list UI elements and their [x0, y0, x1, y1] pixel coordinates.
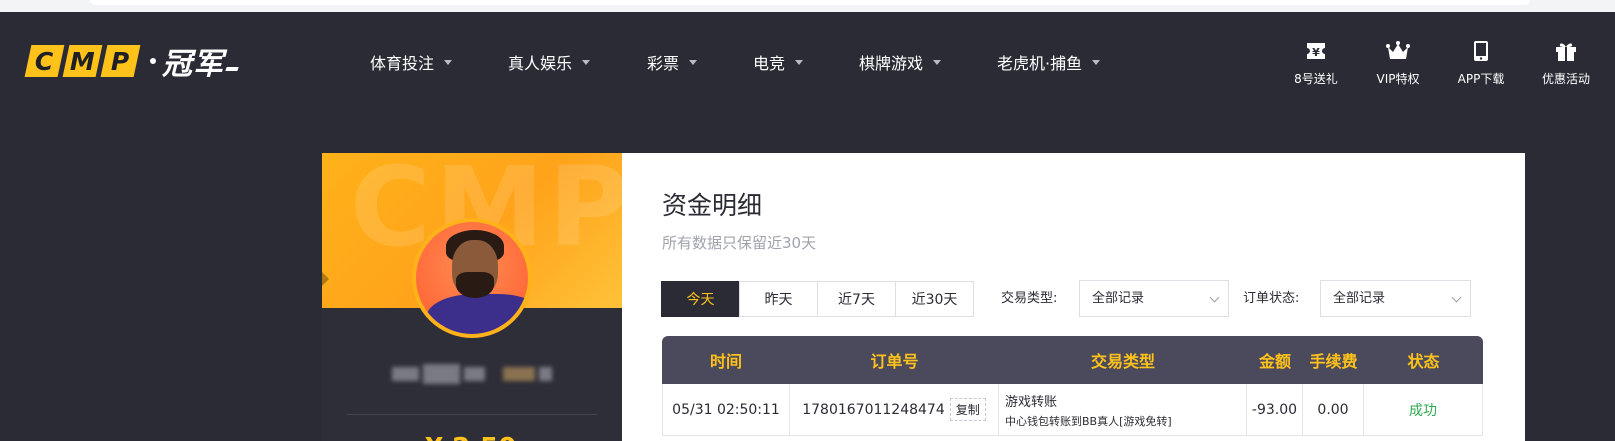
nav-item-live-casino[interactable]: 真人娱乐 [508, 50, 591, 74]
browser-top-strip [0, 0, 1615, 12]
page-subtitle: 所有数据只保留近30天 [662, 234, 817, 252]
chevron-down-icon [582, 59, 591, 65]
chevron-down-icon [1209, 292, 1220, 303]
user-profile-panel: CMP ¥ 2.50 [322, 153, 622, 441]
profile-divider [347, 414, 597, 415]
chevron-down-icon [689, 59, 698, 65]
nav-item-sports[interactable]: 体育投注 [370, 50, 453, 74]
gift-icon [1553, 38, 1579, 64]
order-status-select[interactable]: 全部记录 [1320, 280, 1471, 317]
page-title: 资金明细 [662, 191, 763, 220]
table-header: 时间 订单号 交易类型 金额 手续费 状态 [662, 336, 1483, 384]
column-header-time: 时间 [709, 352, 742, 371]
cell-order-no: 1780167011248474 复制 [790, 384, 999, 435]
tab-yesterday[interactable]: 昨天 [739, 281, 818, 317]
ticket-icon: ¥ [1303, 38, 1329, 64]
transaction-type-label: 交易类型: [1001, 291, 1058, 306]
copy-order-button[interactable]: 复制 [949, 398, 986, 421]
quick-link-daily-gift[interactable]: ¥ 8号送礼 [1276, 38, 1356, 87]
phone-icon [1468, 38, 1494, 64]
nav-item-card-games[interactable]: 棋牌游戏 [859, 50, 942, 74]
avatar[interactable] [412, 218, 532, 338]
column-header-order-no: 订单号 [870, 352, 919, 371]
tab-today[interactable]: 今天 [661, 281, 740, 317]
status-badge: 成功 [1409, 402, 1437, 419]
cell-transaction-type: 游戏转账 中心钱包转账到BB真人[游戏免转] [999, 384, 1247, 435]
chevron-down-icon [444, 59, 453, 65]
nav-item-lottery[interactable]: 彩票 [647, 50, 698, 74]
column-header-type: 交易类型 [1090, 352, 1155, 371]
svg-text:¥: ¥ [1312, 46, 1320, 59]
quick-link-promotions[interactable]: 优惠活动 [1526, 38, 1606, 87]
quick-link-app-download[interactable]: APP下载 [1441, 38, 1521, 87]
chevron-down-icon [1092, 59, 1101, 65]
fund-details-panel: 资金明细 所有数据只保留近30天 今天 昨天 近7天 近30天 交易类型: 全部… [622, 153, 1525, 441]
cell-fee: 0.00 [1303, 384, 1364, 435]
quick-link-vip[interactable]: VIP特权 [1358, 38, 1438, 87]
nav-item-esports[interactable]: 电竞 [753, 50, 804, 74]
chevron-down-icon [795, 59, 804, 65]
tab-last-30-days[interactable]: 近30天 [895, 281, 974, 317]
nav-item-slots-fishing[interactable]: 老虎机·捕鱼 [997, 50, 1101, 74]
date-range-tabs: 今天 昨天 近7天 近30天 [661, 281, 974, 317]
chevron-down-icon [1451, 292, 1462, 303]
chevron-down-icon [933, 59, 942, 65]
table-row: 05/31 02:50:11 1780167011248474 复制 游戏转账 … [662, 384, 1483, 436]
cell-time: 05/31 02:50:11 [663, 384, 790, 435]
transaction-type-select[interactable]: 全部记录 [1079, 280, 1229, 317]
cell-amount: -93.00 [1247, 384, 1303, 435]
panel-pointer-icon [322, 270, 329, 288]
order-status-label: 订单状态: [1243, 291, 1300, 306]
site-header: C M P 冠军 体育投注 真人娱乐 彩票 电竞 棋牌游戏 老虎机·捕鱼 ¥ 8… [0, 12, 1615, 112]
balance-amount: ¥ 2.50 [425, 433, 516, 441]
crown-icon [1385, 38, 1411, 64]
column-header-amount: 金额 [1258, 352, 1291, 371]
username-blurred [392, 360, 552, 388]
column-header-status: 状态 [1407, 352, 1440, 371]
fund-details-table: 时间 订单号 交易类型 金额 手续费 状态 05/31 02:50:11 178… [662, 336, 1483, 436]
column-header-fee: 手续费 [1309, 352, 1358, 371]
tab-last-7-days[interactable]: 近7天 [817, 281, 896, 317]
browser-address-bar-edge [90, 0, 1530, 5]
